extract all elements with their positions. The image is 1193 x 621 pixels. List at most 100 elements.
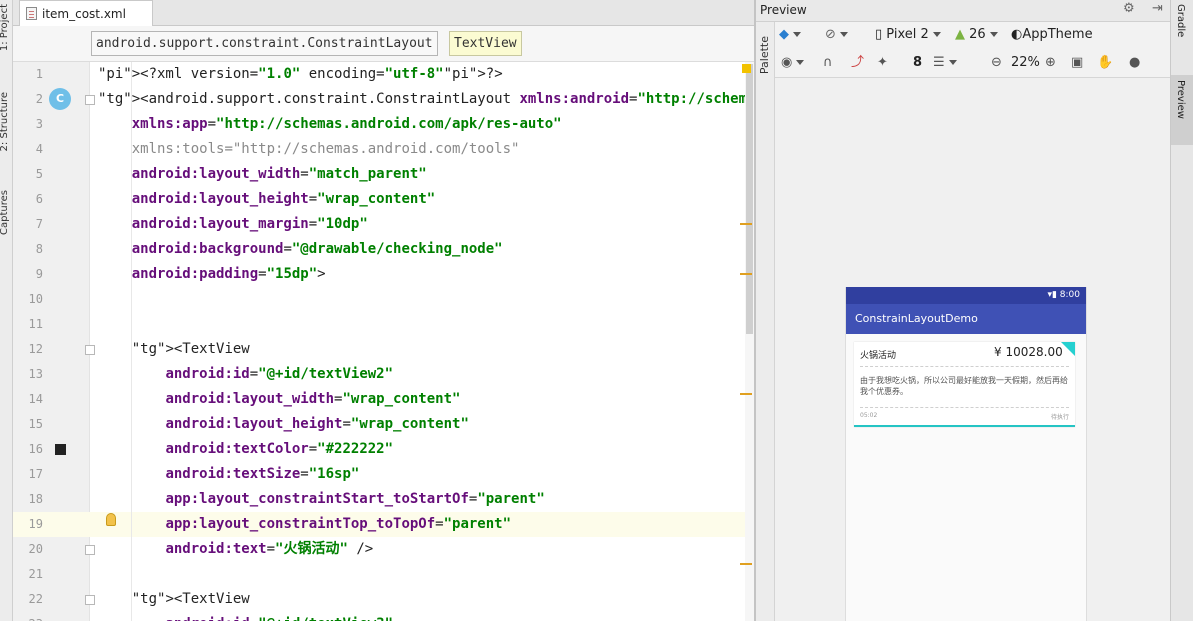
file-tab-label: item_cost.xml xyxy=(42,6,126,21)
zoom-in-icon[interactable]: ⊕ xyxy=(1045,50,1056,76)
code-line[interactable]: 18 app:layout_constraintStart_toStartOf=… xyxy=(13,487,754,512)
line-number: 23 xyxy=(13,612,43,621)
code-text: android:textSize="16sp" xyxy=(165,466,360,482)
palette-tab[interactable]: Palette xyxy=(758,36,771,74)
code-line[interactable]: 10 xyxy=(13,287,754,312)
zoom-fit-icon[interactable]: ▣ xyxy=(1071,50,1083,76)
code-editor[interactable]: 1 "pi"><?xml version="1.0" encoding="utf-… xyxy=(13,62,754,621)
code-text: xmlns:tools="http://schemas.android.com/… xyxy=(131,141,520,157)
code-text: app:layout_constraintStart_toStartOf="pa… xyxy=(165,491,545,507)
divider xyxy=(860,407,1069,408)
orientation-icon[interactable]: ⊘ xyxy=(825,22,848,48)
structure-tool-tab[interactable]: 2: Structure xyxy=(0,92,10,151)
android-icon: ▲ xyxy=(955,27,965,42)
line-number: 12 xyxy=(28,342,43,356)
indent-guide xyxy=(131,62,132,621)
card-title: 火锅活动 xyxy=(860,351,897,361)
line-number: 13 xyxy=(28,367,43,381)
code-line[interactable]: 3 xmlns:app="http://schemas.android.com/… xyxy=(13,112,754,137)
file-tab[interactable]: item_cost.xml xyxy=(19,0,153,26)
code-line[interactable]: 23 android:id="@+id/textView3" xyxy=(13,612,754,621)
code-line[interactable]: 9 android:padding="15dp"> xyxy=(13,262,754,287)
code-line[interactable]: 14 android:layout_width="wrap_content" xyxy=(13,387,754,412)
line-number: 8 xyxy=(35,242,43,256)
code-line[interactable]: 12 "tg"><TextView xyxy=(13,337,754,362)
code-line[interactable]: 22 "tg"><TextView xyxy=(13,587,754,612)
infer-constraints-icon[interactable]: ✦ xyxy=(877,50,888,76)
theme-selector[interactable]: ◐AppTheme xyxy=(1011,22,1093,48)
line-number: 19 xyxy=(28,517,43,531)
palette-strip: Palette xyxy=(756,22,775,621)
code-line[interactable]: 20 android:text="火锅活动" /> xyxy=(13,537,754,562)
code-line[interactable]: 13 android:id="@+id/textView2" xyxy=(13,362,754,387)
code-line[interactable]: 17 android:textSize="16sp" xyxy=(13,462,754,487)
code-text: android:layout_width="match_parent" xyxy=(131,166,427,182)
fold-toggle-icon[interactable] xyxy=(85,545,95,555)
xml-file-icon xyxy=(26,7,37,20)
code-text: "tg"><android.support.constraint.Constra… xyxy=(98,91,754,107)
fold-toggle-icon[interactable] xyxy=(85,595,95,605)
code-text: "tg"><TextView xyxy=(131,591,250,607)
code-line[interactable]: 2 "tg"><android.support.constraint.Constr… xyxy=(13,87,754,112)
theme-icon: ◐ xyxy=(1011,27,1023,42)
breadcrumb-textview[interactable]: TextView xyxy=(449,31,522,56)
fold-toggle-icon[interactable] xyxy=(85,345,95,355)
line-number: 10 xyxy=(28,292,43,306)
magnet-icon[interactable]: ∩ xyxy=(823,50,833,76)
eye-icon[interactable]: ◉ xyxy=(781,50,805,76)
device-selector[interactable]: ▯ Pixel 2 xyxy=(875,22,941,48)
editor-scroll-thumb[interactable] xyxy=(746,64,753,334)
warning-icon[interactable]: ● xyxy=(1129,50,1140,76)
code-text: android:layout_height="wrap_content" xyxy=(131,191,436,207)
color-swatch-icon[interactable] xyxy=(55,444,66,455)
clear-constraints-icon[interactable]: ⤴ xyxy=(851,50,864,76)
class-c-icon[interactable]: C xyxy=(49,88,71,110)
align-icon[interactable]: ☰ xyxy=(933,50,957,76)
code-line[interactable]: 11 xyxy=(13,312,754,337)
code-line[interactable]: 6 android:layout_height="wrap_content" xyxy=(13,187,754,212)
code-line[interactable]: 4 xmlns:tools="http://schemas.android.co… xyxy=(13,137,754,162)
lightbulb-icon[interactable] xyxy=(106,513,116,526)
code-text: android:id="@+id/textView2" xyxy=(165,366,394,382)
theme-label: AppTheme xyxy=(1022,27,1093,42)
hide-panel-icon[interactable]: ⇥ xyxy=(1152,1,1163,16)
code-line[interactable]: 15 android:layout_height="wrap_content" xyxy=(13,412,754,437)
cost-card[interactable]: 火锅活动 ¥ 10028.00 由于我想吃火锅，所以公司最好能放我一天假期，然后… xyxy=(854,342,1075,427)
card-time: 05:02 xyxy=(860,412,878,419)
gear-icon[interactable]: ⚙ xyxy=(1123,1,1135,16)
code-line[interactable]: 19 app:layout_constraintTop_toTopOf="par… xyxy=(13,512,754,537)
layers-icon[interactable]: ◆ xyxy=(779,22,801,48)
breadcrumb-constraintlayout[interactable]: android.support.constraint.ConstraintLay… xyxy=(91,31,438,56)
line-number: 9 xyxy=(35,267,43,281)
card-description: 由于我想吃火锅，所以公司最好能放我一天假期，然后再给我个优惠券。 xyxy=(860,376,1068,396)
status-time: 8:00 xyxy=(1059,290,1080,300)
code-line[interactable]: 5 android:layout_width="match_parent" xyxy=(13,162,754,187)
code-line[interactable]: 8 android:background="@drawable/checking… xyxy=(13,237,754,262)
preview-title: Preview xyxy=(760,3,807,17)
api-selector[interactable]: ▲ 26 xyxy=(955,22,998,48)
warning-indicator[interactable] xyxy=(742,64,751,73)
project-tool-tab[interactable]: 1: Project xyxy=(0,4,10,51)
pan-icon[interactable]: ✋ xyxy=(1097,50,1113,76)
editor-tab-bar: item_cost.xml xyxy=(13,0,754,26)
device-preview[interactable]: ▾▮ 8:00 ConstrainLayoutDemo 火锅活动 ¥ 10028… xyxy=(845,287,1087,621)
code-text: android:background="@drawable/checking_n… xyxy=(131,241,503,257)
app-title: ConstrainLayoutDemo xyxy=(855,312,978,325)
fold-toggle-icon[interactable] xyxy=(85,95,95,105)
captures-tool-tab[interactable]: Captures xyxy=(0,190,10,235)
right-tool-strip: Gradle Preview xyxy=(1170,0,1193,621)
line-number: 15 xyxy=(28,417,43,431)
code-line[interactable]: 7 android:layout_margin="10dp" xyxy=(13,212,754,237)
divider xyxy=(860,366,1069,367)
zoom-out-icon[interactable]: ⊖ xyxy=(991,50,1002,76)
line-number: 7 xyxy=(35,217,43,231)
line-number: 3 xyxy=(35,117,43,131)
code-line[interactable]: 1 "pi"><?xml version="1.0" encoding="utf-… xyxy=(13,62,754,87)
margin-value[interactable]: 8 xyxy=(913,50,922,76)
code-line[interactable]: 16 android:textColor="#222222" xyxy=(13,437,754,462)
code-line[interactable]: 21 xyxy=(13,562,754,587)
preview-tool-tab[interactable]: Preview xyxy=(1175,80,1186,119)
line-number: 4 xyxy=(35,142,43,156)
gradle-tool-tab[interactable]: Gradle xyxy=(1175,4,1186,37)
change-marker xyxy=(740,563,752,565)
